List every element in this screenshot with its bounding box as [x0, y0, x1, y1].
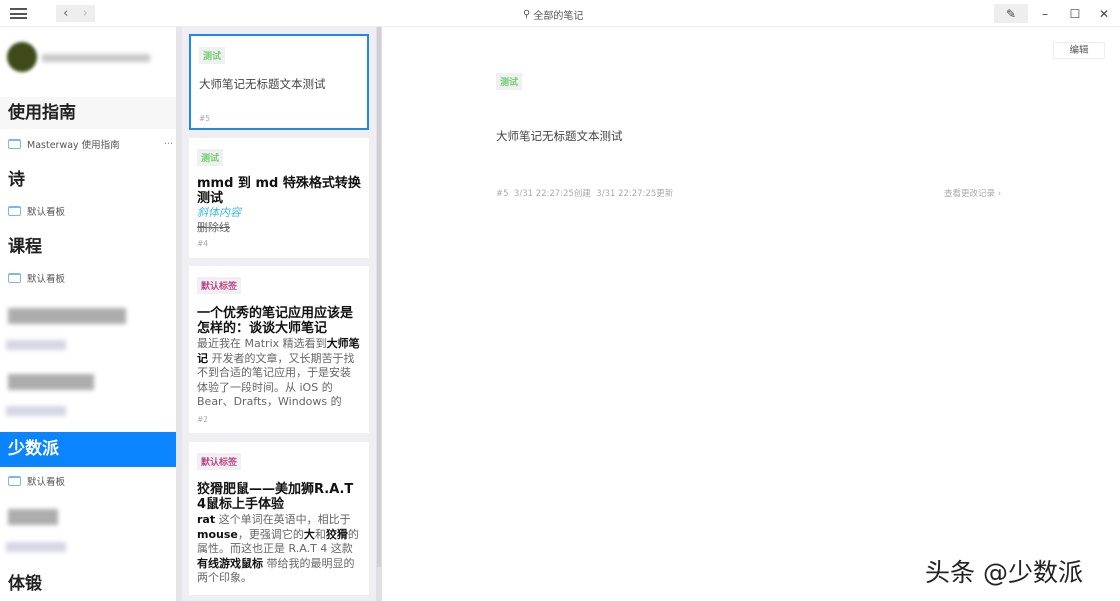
notebook-label: 默认看板: [27, 477, 66, 488]
note-tag: 默认标签: [197, 453, 242, 470]
notebook-item[interactable]: 默认看板: [8, 204, 173, 218]
section-heading-selected[interactable]: 少数派: [0, 432, 176, 467]
notebook-item-blurred[interactable]: [6, 542, 66, 552]
history-nav: ‹ ›: [56, 5, 95, 22]
section-heading[interactable]: 诗: [0, 164, 176, 196]
note-title: mmd 到 md 特殊格式转换测试: [197, 176, 361, 206]
note-tag: 测试: [197, 149, 224, 166]
note-title: 一个优秀的笔记应用应该是怎样的：谈谈大师笔记: [197, 306, 354, 336]
note-tag: 默认标签: [197, 277, 242, 294]
notebook-item[interactable]: 默认看板: [8, 271, 173, 285]
notebook-label: Masterway 使用指南: [27, 140, 120, 151]
minimize-button[interactable]: –: [1036, 4, 1054, 23]
note-title: 大师笔记无标题文本测试: [199, 77, 326, 91]
notebook-label: 默认看板: [27, 207, 66, 218]
maximize-button[interactable]: ☐: [1066, 4, 1084, 23]
view-history-link[interactable]: 查看更改记录 ›: [944, 187, 1001, 199]
account-name-blurred: [42, 54, 150, 62]
section-heading-blurred[interactable]: [8, 308, 126, 324]
back-button[interactable]: ‹: [63, 6, 68, 21]
section-heading[interactable]: 使用指南: [0, 97, 176, 129]
watermark: 头条 @少数派: [925, 558, 1083, 587]
search-box[interactable]: ⚲ 全部的笔记: [523, 7, 583, 22]
compose-icon: ✎: [1005, 6, 1017, 21]
notebook-item-blurred[interactable]: [6, 340, 66, 350]
note-card[interactable]: 默认标签 一个优秀的笔记应用应该是怎样的：谈谈大师笔记 最近我在 Matrix …: [189, 266, 369, 433]
more-options-icon[interactable]: ···: [164, 139, 173, 150]
note-meta: #5 3/31 22:27:25创建 3/31 22:27:25更新: [496, 189, 674, 199]
notebook-label: 默认看板: [27, 274, 66, 285]
close-button[interactable]: ✕: [1095, 4, 1113, 23]
hamburger-menu-icon[interactable]: [10, 8, 27, 19]
notebook-item[interactable]: 默认看板: [8, 474, 173, 488]
edit-button[interactable]: 编辑: [1053, 42, 1105, 59]
note-body[interactable]: 大师笔记无标题文本测试: [496, 128, 623, 144]
note-list-scrollbar[interactable]: [376, 27, 382, 601]
notebook-item-blurred[interactable]: [6, 406, 66, 416]
note-title: 狡猾肥鼠——美加狮R.A.T 4鼠标上手体验: [197, 482, 354, 512]
section-heading-blurred[interactable]: [8, 374, 94, 390]
note-excerpt: 最近我在 Matrix 精选看到大师笔记 开发者的文章，又长期苦于找不到合适的笔…: [197, 337, 360, 408]
note-tag: 测试: [199, 47, 226, 64]
note-card-selected[interactable]: 测试 大师笔记无标题文本测试 #5: [189, 34, 369, 130]
notebook-icon: [8, 273, 21, 283]
new-note-button[interactable]: ✎: [994, 4, 1028, 23]
forward-button[interactable]: ›: [83, 6, 88, 21]
note-tag[interactable]: 测试: [496, 73, 523, 90]
note-card[interactable]: 默认标签 狡猾肥鼠——美加狮R.A.T 4鼠标上手体验 rat 这个单词在英语中…: [189, 442, 369, 595]
notebook-icon: [8, 139, 21, 149]
note-strike-text: 删除线: [197, 220, 230, 234]
note-card[interactable]: 测试 mmd 到 md 特殊格式转换测试 斜体内容 删除线 #4: [189, 138, 369, 258]
note-number: #4: [197, 239, 209, 248]
note-italic-text: 斜体内容: [197, 206, 241, 219]
notebook-icon: [8, 206, 21, 216]
section-heading[interactable]: 体锻: [0, 568, 176, 600]
search-icon: ⚲: [523, 9, 531, 20]
note-excerpt: rat 这个单词在英语中，相比于 mouse，更强调它的大和狡猾的属性。而这也正…: [197, 513, 359, 584]
section-heading-blurred[interactable]: [8, 509, 58, 525]
note-number: #2: [197, 415, 209, 424]
note-number: #5: [199, 114, 211, 123]
section-heading[interactable]: 课程: [0, 231, 176, 263]
search-label: 全部的笔记: [533, 11, 584, 22]
notebook-icon: [8, 476, 21, 486]
notebook-item[interactable]: Masterway 使用指南 ···: [8, 137, 173, 151]
scrollbar-thumb[interactable]: [377, 27, 381, 567]
avatar[interactable]: [7, 42, 37, 72]
note-detail: [383, 27, 1120, 601]
